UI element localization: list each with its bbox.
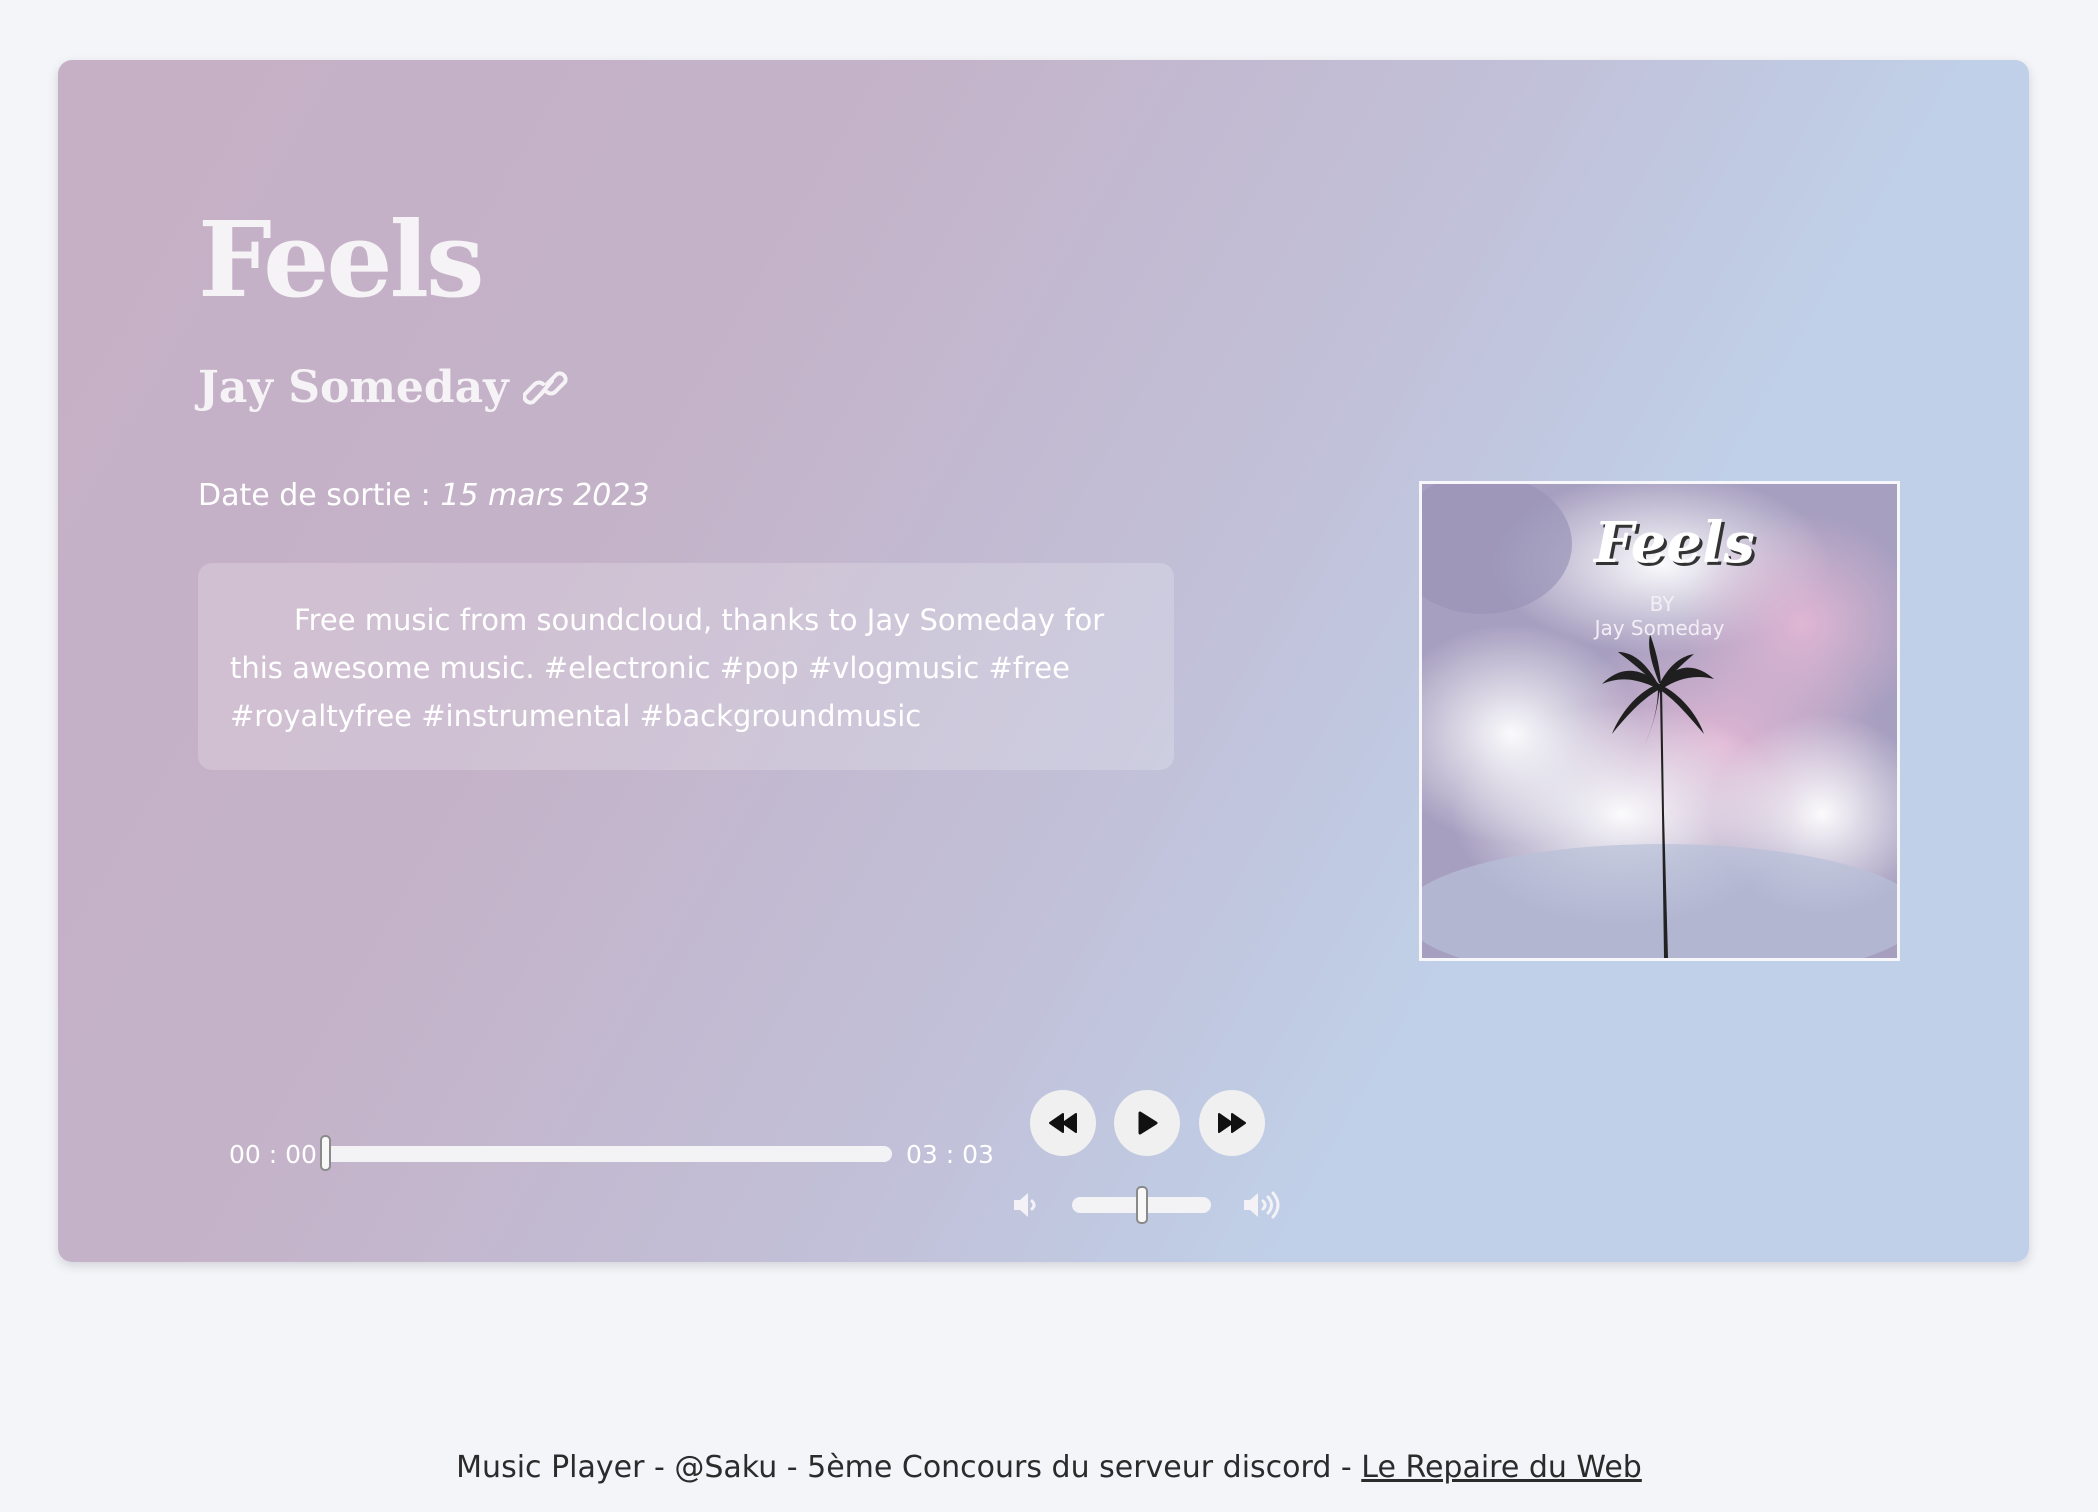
footer-text: Music Player - @Saku - 5ème Concours du … bbox=[456, 1450, 1362, 1485]
rewind-button[interactable] bbox=[1030, 1090, 1096, 1156]
release-date: 15 mars 2023 bbox=[440, 478, 650, 513]
volume-up-icon[interactable] bbox=[1240, 1188, 1284, 1227]
volume-down-icon[interactable] bbox=[1010, 1188, 1044, 1227]
track-description: Free music from soundcloud, thanks to Ja… bbox=[198, 563, 1174, 770]
volume-slider[interactable] bbox=[1072, 1186, 1211, 1224]
volume-thumb[interactable] bbox=[1135, 1186, 1148, 1224]
rewind-icon bbox=[1049, 1113, 1077, 1133]
link-icon[interactable] bbox=[522, 368, 569, 408]
progress-bar[interactable] bbox=[320, 1135, 892, 1171]
footer-link[interactable]: Le Repaire du Web bbox=[1361, 1450, 1642, 1485]
current-time: 00 : 00 bbox=[229, 1140, 317, 1169]
fast-forward-button[interactable] bbox=[1199, 1090, 1265, 1156]
release-info: Date de sortie : 15 mars 2023 bbox=[198, 478, 650, 513]
track-title: Feels bbox=[198, 198, 485, 321]
play-button[interactable] bbox=[1114, 1090, 1180, 1156]
play-icon bbox=[1138, 1111, 1158, 1135]
cover-title: Feels bbox=[1594, 510, 1755, 576]
cover-by: BY bbox=[1649, 592, 1675, 616]
artist-row: Jay Someday bbox=[198, 362, 569, 413]
player-card: Feels Jay Someday Date de sortie : 15 ma… bbox=[58, 60, 2029, 1262]
cover-artist: Jay Someday bbox=[1594, 616, 1725, 640]
footer: Music Player - @Saku - 5ème Concours du … bbox=[0, 1450, 2098, 1485]
total-time: 03 : 03 bbox=[906, 1140, 994, 1169]
release-label: Date de sortie : bbox=[198, 478, 441, 513]
fast-forward-icon bbox=[1218, 1113, 1246, 1133]
artist-name: Jay Someday bbox=[198, 362, 509, 413]
progress-thumb[interactable] bbox=[320, 1135, 331, 1171]
album-cover: Feels BY Jay Someday bbox=[1419, 481, 1900, 961]
